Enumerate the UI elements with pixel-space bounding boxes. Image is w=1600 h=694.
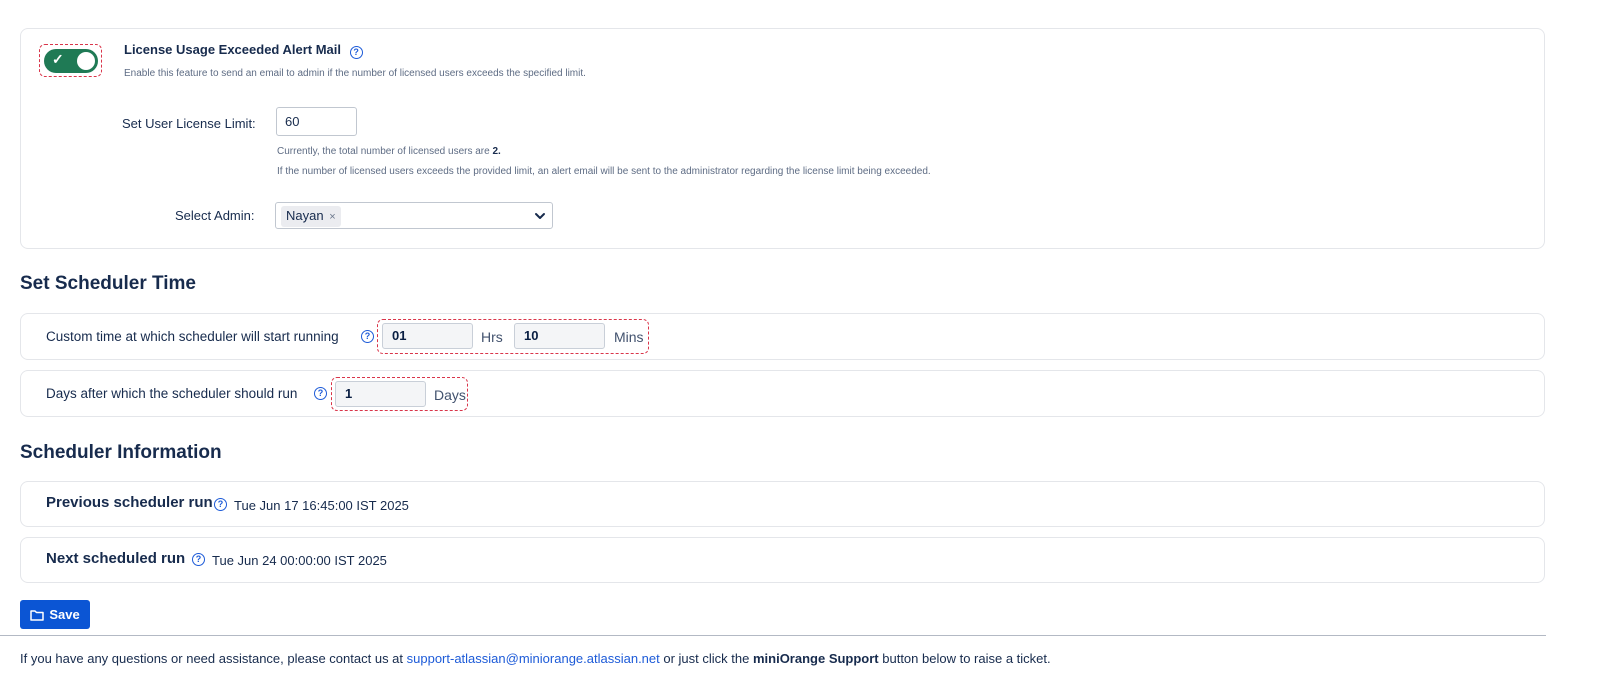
- footer-middle: or just click the: [659, 651, 753, 666]
- footer-divider: [0, 635, 1546, 636]
- save-button-label: Save: [49, 607, 80, 622]
- next-run-value: Tue Jun 24 00:00:00 IST 2025: [212, 553, 387, 568]
- alert-mail-toggle[interactable]: ✓: [44, 49, 98, 73]
- remove-tag-icon[interactable]: ×: [329, 211, 335, 223]
- current-licensed-users-text: Currently, the total number of licensed …: [277, 146, 501, 157]
- support-email-link[interactable]: support-atlassian@miniorange.atlassian.n…: [407, 651, 660, 666]
- alert-mail-title-text: License Usage Exceeded Alert Mail: [124, 42, 342, 57]
- current-licensed-prefix: Currently, the total number of licensed …: [277, 146, 493, 157]
- footer-suffix: button below to raise a ticket.: [878, 651, 1051, 666]
- chevron-down-icon[interactable]: [534, 210, 546, 222]
- hours-input[interactable]: 01: [382, 323, 473, 349]
- scheduler-time-heading: Set Scheduler Time: [20, 273, 196, 294]
- question-circle-icon[interactable]: ?: [349, 46, 363, 59]
- license-limit-input[interactable]: 60: [276, 107, 357, 136]
- next-run-label: Next scheduled run: [46, 550, 186, 567]
- toggle-knob: [77, 52, 95, 70]
- folder-icon: [30, 609, 45, 621]
- alert-mail-title: License Usage Exceeded Alert Mail ?: [124, 42, 363, 59]
- hours-unit: Hrs: [481, 329, 503, 345]
- current-licensed-count: 2.: [492, 146, 501, 157]
- custom-time-label: Custom time at which scheduler will star…: [46, 329, 339, 344]
- question-circle-icon[interactable]: ?: [314, 387, 327, 400]
- support-footer: If you have any questions or need assist…: [20, 651, 1051, 666]
- days-input[interactable]: 1: [335, 381, 426, 407]
- alert-mail-description: Enable this feature to send an email to …: [124, 68, 586, 79]
- admin-tag: Nayan ×: [281, 206, 341, 227]
- days-label: Days after which the scheduler should ru…: [46, 386, 298, 401]
- scheduler-info-heading: Scheduler Information: [20, 442, 222, 463]
- days-unit: Days: [434, 387, 466, 403]
- minutes-unit: Mins: [614, 329, 644, 345]
- footer-support-strong: miniOrange Support: [752, 651, 879, 666]
- save-button[interactable]: Save: [20, 600, 90, 629]
- footer-prefix: If you have any questions or need assist…: [20, 651, 407, 666]
- exceed-note: If the number of licensed users exceeds …: [277, 166, 931, 177]
- previous-run-label: Previous scheduler run: [46, 494, 213, 511]
- previous-run-value: Tue Jun 17 16:45:00 IST 2025: [234, 498, 409, 513]
- license-limit-label: Set User License Limit:: [122, 116, 256, 131]
- minutes-input[interactable]: 10: [514, 323, 605, 349]
- select-admin-dropdown[interactable]: Nayan ×: [275, 202, 553, 229]
- check-icon: ✓: [52, 51, 64, 67]
- admin-tag-label: Nayan: [286, 208, 324, 223]
- question-circle-icon[interactable]: ?: [361, 330, 374, 343]
- question-circle-icon[interactable]: ?: [192, 553, 205, 566]
- question-circle-icon[interactable]: ?: [214, 498, 227, 511]
- select-admin-label: Select Admin:: [175, 208, 255, 223]
